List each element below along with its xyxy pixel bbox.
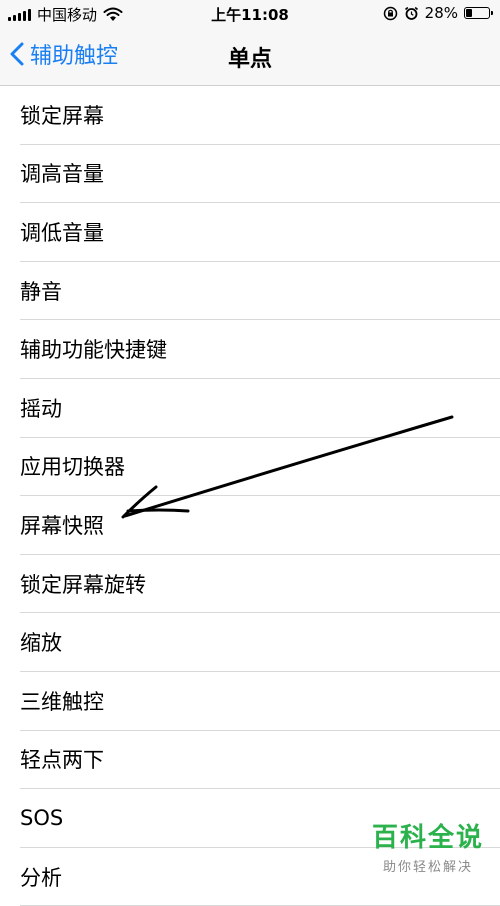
list-item-label: 三维触控 bbox=[20, 689, 104, 714]
battery-icon bbox=[464, 7, 493, 19]
list-item-volume-up[interactable]: 调高音量 bbox=[20, 145, 500, 204]
watermark-logo: 百科全说 助你轻松解决 bbox=[372, 817, 484, 875]
list-item-label: 屏幕快照 bbox=[20, 513, 104, 538]
list-item-double-tap[interactable]: 轻点两下 bbox=[20, 731, 500, 790]
list-item-accessibility-shortcut[interactable]: 辅助功能快捷键 bbox=[20, 320, 500, 379]
list-item-volume-down[interactable]: 调低音量 bbox=[20, 203, 500, 262]
list-item-label: 分析 bbox=[20, 865, 62, 890]
list-item-shake[interactable]: 摇动 bbox=[20, 379, 500, 438]
status-bar: 中国移动 上午11:08 28% bbox=[0, 0, 500, 28]
list-item-label: 调低音量 bbox=[20, 220, 104, 245]
action-list: 锁定屏幕 调高音量 调低音量 静音 辅助功能快捷键 摇动 应用切换器 屏幕快照 … bbox=[0, 86, 500, 906]
alarm-icon bbox=[404, 6, 418, 20]
page-title: 单点 bbox=[227, 47, 272, 72]
list-item-label: 静音 bbox=[20, 279, 62, 304]
status-right: 28% bbox=[383, 4, 493, 22]
list-item-label: 锁定屏幕旋转 bbox=[20, 572, 146, 597]
list-item-label: 应用切换器 bbox=[20, 455, 125, 480]
watermark-subtitle: 助你轻松解决 bbox=[382, 860, 473, 875]
list-item-lock-screen[interactable]: 锁定屏幕 bbox=[20, 86, 500, 145]
navigation-bar: 辅助触控 单点 bbox=[0, 28, 500, 86]
watermark-title: 百科全说 bbox=[371, 823, 484, 853]
list-item-label: 调高音量 bbox=[20, 162, 104, 187]
list-item-3d-touch[interactable]: 三维触控 bbox=[20, 672, 500, 731]
list-item-label: 辅助功能快捷键 bbox=[20, 338, 167, 363]
list-item-app-switcher[interactable]: 应用切换器 bbox=[20, 438, 500, 497]
rotation-lock-icon bbox=[383, 6, 397, 20]
list-item-zoom[interactable]: 缩放 bbox=[20, 613, 500, 672]
list-item-label: 轻点两下 bbox=[20, 748, 104, 773]
list-item-label: 摇动 bbox=[20, 396, 62, 421]
battery-fill bbox=[466, 9, 472, 17]
list-item-label: SOS bbox=[20, 805, 64, 830]
list-item-screenshot[interactable]: 屏幕快照 bbox=[20, 496, 500, 555]
list-item-lock-rotation[interactable]: 锁定屏幕旋转 bbox=[20, 555, 500, 614]
battery-percent: 28% bbox=[424, 4, 458, 22]
list-item-mute[interactable]: 静音 bbox=[20, 262, 500, 321]
list-item-label: 锁定屏幕 bbox=[20, 103, 104, 128]
list-item-label: 缩放 bbox=[20, 631, 62, 656]
